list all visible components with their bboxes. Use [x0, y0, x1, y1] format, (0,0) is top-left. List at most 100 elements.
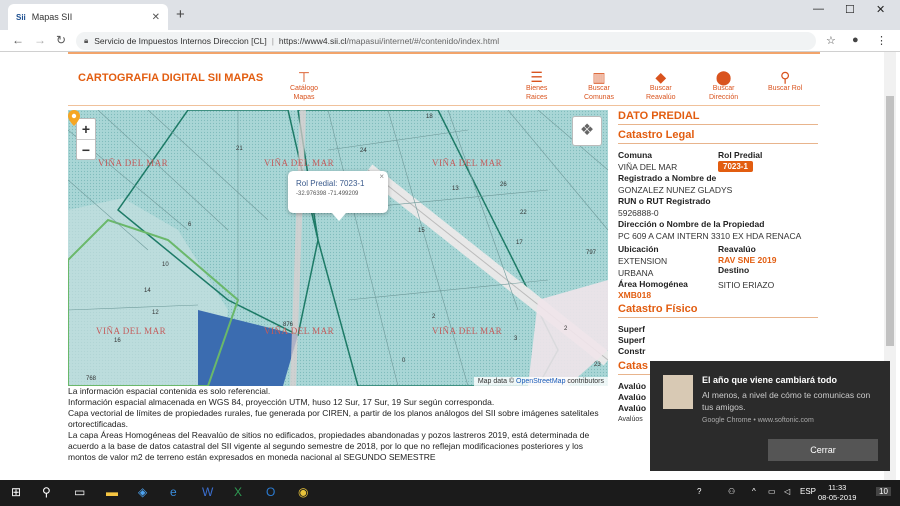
profile-icon[interactable]: ●: [852, 34, 859, 46]
tab-close-icon[interactable]: ✕: [152, 12, 160, 23]
parcel-popup: × Rol Predial: 7023-1 -32.976398 -71.499…: [288, 171, 388, 221]
popup-coords: -32.976398 -71.499209: [296, 191, 359, 197]
task-view-icon[interactable]: ▭: [74, 485, 85, 499]
sii-favicon-icon: Sii: [16, 12, 26, 22]
scrollbar-thumb[interactable]: [886, 96, 894, 346]
edge-icon[interactable]: e: [170, 485, 177, 499]
excel-icon[interactable]: X: [234, 485, 242, 499]
nav-line2: Raices: [526, 94, 548, 101]
info-line: Información espacial almacenada en WGS 8…: [68, 397, 495, 407]
network-icon[interactable]: ▭: [768, 487, 776, 496]
outlook-icon[interactable]: O: [266, 485, 275, 499]
nav-buscar-rol[interactable]: ⚲ Buscar Rol: [768, 70, 802, 93]
lot-number: 797: [586, 250, 597, 256]
direccion-value: PC 609 A CAM INTERN 3310 EX HDA RENACA: [618, 231, 802, 241]
minimize-icon[interactable]: —: [813, 3, 824, 15]
nav-buscar-reavaluo[interactable]: ◆ Buscar Reavalúo: [646, 70, 676, 102]
nav-line2: Comunas: [584, 94, 614, 101]
menu-dots-icon[interactable]: ⋮: [876, 34, 887, 47]
map-icon: ▥: [592, 69, 606, 85]
notification-count-badge[interactable]: 10: [876, 487, 891, 496]
system-clock[interactable]: 11:33 08-05-2019: [818, 483, 856, 503]
nav-buscar-direccion[interactable]: ⬤ Buscar Dirección: [709, 70, 738, 102]
destino-value: SITIO ERIAZO: [718, 280, 775, 290]
nav-catalogo-line1: Catálogo: [290, 85, 319, 92]
nav-line2: Reavalúo: [646, 94, 676, 101]
popup-rol-label: Rol Predial:: [296, 179, 338, 188]
windows-taskbar: ⊞ ⚲ ▭ ▬ ◈ e W X O ◉ ? ⚇ ^ ▭ ◁ ESP 11:33 …: [0, 480, 900, 506]
tag-icon: ◆: [655, 69, 667, 85]
comuna-map-label: VIÑA DEL MAR: [432, 326, 503, 336]
nav-line2: Dirección: [709, 94, 739, 101]
zoom-out-button[interactable]: −: [77, 139, 95, 159]
bookmark-star-icon[interactable]: ☆: [826, 34, 836, 47]
superficie-label: Superf: [618, 335, 645, 345]
nav-buscar-comunas[interactable]: ▥ Buscar Comunas: [584, 70, 614, 102]
browser-tab[interactable]: Sii Mapas SII ✕: [8, 4, 168, 30]
new-tab-icon[interactable]: +: [176, 6, 185, 23]
lot-number: 21: [236, 146, 243, 152]
lot-number: 0: [402, 358, 406, 364]
area-homogenea-value: XMB018: [618, 290, 652, 300]
layers-icon[interactable]: ❖: [572, 116, 602, 146]
nav-line1: Buscar Rol: [768, 85, 803, 92]
signpost-icon: ⊤: [297, 69, 311, 85]
chevron-up-icon[interactable]: ^: [752, 487, 756, 496]
windows-start-icon[interactable]: ⊞: [11, 485, 21, 499]
close-window-icon[interactable]: ✕: [876, 3, 885, 16]
info-line: La capa Áreas Homogéneas del Reavalúo de…: [68, 430, 590, 462]
registrado-value: GONZALEZ NUNEZ GLADYS: [618, 185, 733, 195]
url-site: Servicio de Impuestos Internos Direccion…: [94, 36, 267, 46]
close-notification-button[interactable]: Cerrar: [768, 439, 878, 461]
nav-catalogo-line2: Mapas: [293, 94, 315, 101]
map-marker-icon[interactable]: [68, 110, 80, 126]
popup-rol-value: 7023-1: [339, 179, 365, 188]
ubicacion-value: URBANA: [618, 268, 654, 278]
forward-icon[interactable]: →: [34, 33, 46, 47]
nav-bienes-raices[interactable]: ☰ Bienes Raices: [526, 70, 547, 102]
url-path: /mapasui/internet/#/contenido/index.html: [346, 36, 500, 46]
attribution-prefix: Map data ©: [477, 378, 517, 385]
notification-toast: El año que viene cambiará todo Al menos,…: [650, 361, 890, 471]
construccion-label: Constr: [618, 346, 646, 356]
language-indicator[interactable]: ESP: [800, 487, 816, 496]
run-label: RUN o RUT Registrado: [618, 196, 711, 206]
nav-catalogo-mapas[interactable]: ⊤ Catálogo Mapas: [290, 70, 318, 102]
url-input[interactable]: 🔒︎ Servicio de Impuestos Internos Direcc…: [76, 32, 816, 50]
openstreetmap-link[interactable]: OpenStreetMap: [516, 378, 565, 385]
maximize-icon[interactable]: ☐: [845, 3, 855, 16]
people-icon[interactable]: ⚇: [728, 487, 735, 496]
comuna-label: Comuna: [618, 150, 652, 160]
file-explorer-icon[interactable]: ▬: [106, 485, 118, 499]
lot-number: 3: [514, 336, 518, 342]
area-homogenea-label: Área Homogénea: [618, 279, 688, 289]
registrado-label: Registrado a Nombre de: [618, 173, 717, 183]
map-attribution: Map data © OpenStreetMap contributors: [473, 377, 608, 386]
lot-number: 15: [418, 228, 425, 234]
back-icon[interactable]: ←: [12, 33, 24, 47]
location-pin-icon: ⬤: [715, 69, 732, 85]
word-icon[interactable]: W: [202, 485, 213, 499]
address-bar: ← → ↻ 🔒︎ Servicio de Impuestos Internos …: [0, 30, 900, 52]
reload-icon[interactable]: ↻: [56, 33, 66, 47]
search-icon: ⚲: [779, 69, 791, 85]
lot-number: 18: [426, 114, 433, 120]
search-icon[interactable]: ⚲: [42, 485, 51, 499]
popup-close-icon[interactable]: ×: [379, 172, 384, 181]
info-line: La información espacial contenida es sol…: [68, 386, 271, 396]
comuna-map-label: VIÑA DEL MAR: [96, 326, 167, 336]
chrome-icon[interactable]: ◉: [298, 485, 308, 499]
map-view[interactable]: VIÑA DEL MAR VIÑA DEL MAR VIÑA DEL MAR V…: [68, 110, 608, 386]
volume-icon[interactable]: ◁: [784, 487, 790, 496]
help-icon[interactable]: ?: [697, 487, 701, 496]
lot-number: 17: [516, 240, 523, 246]
dropbox-icon[interactable]: ◈: [138, 485, 147, 499]
info-line: Capa vectorial de límites de propiedades…: [68, 408, 599, 429]
tab-bar: Sii Mapas SII ✕ + — ☐ ✕: [0, 0, 900, 30]
nav-line1: Buscar: [712, 85, 735, 92]
site-brand: CARTOGRAFIA DIGITAL SII MAPAS: [78, 72, 264, 84]
lot-number: 24: [360, 148, 367, 154]
superficie-label: Superf: [618, 324, 645, 334]
lot-number: 22: [520, 210, 527, 216]
rol-label: Rol Predial: [718, 150, 763, 160]
